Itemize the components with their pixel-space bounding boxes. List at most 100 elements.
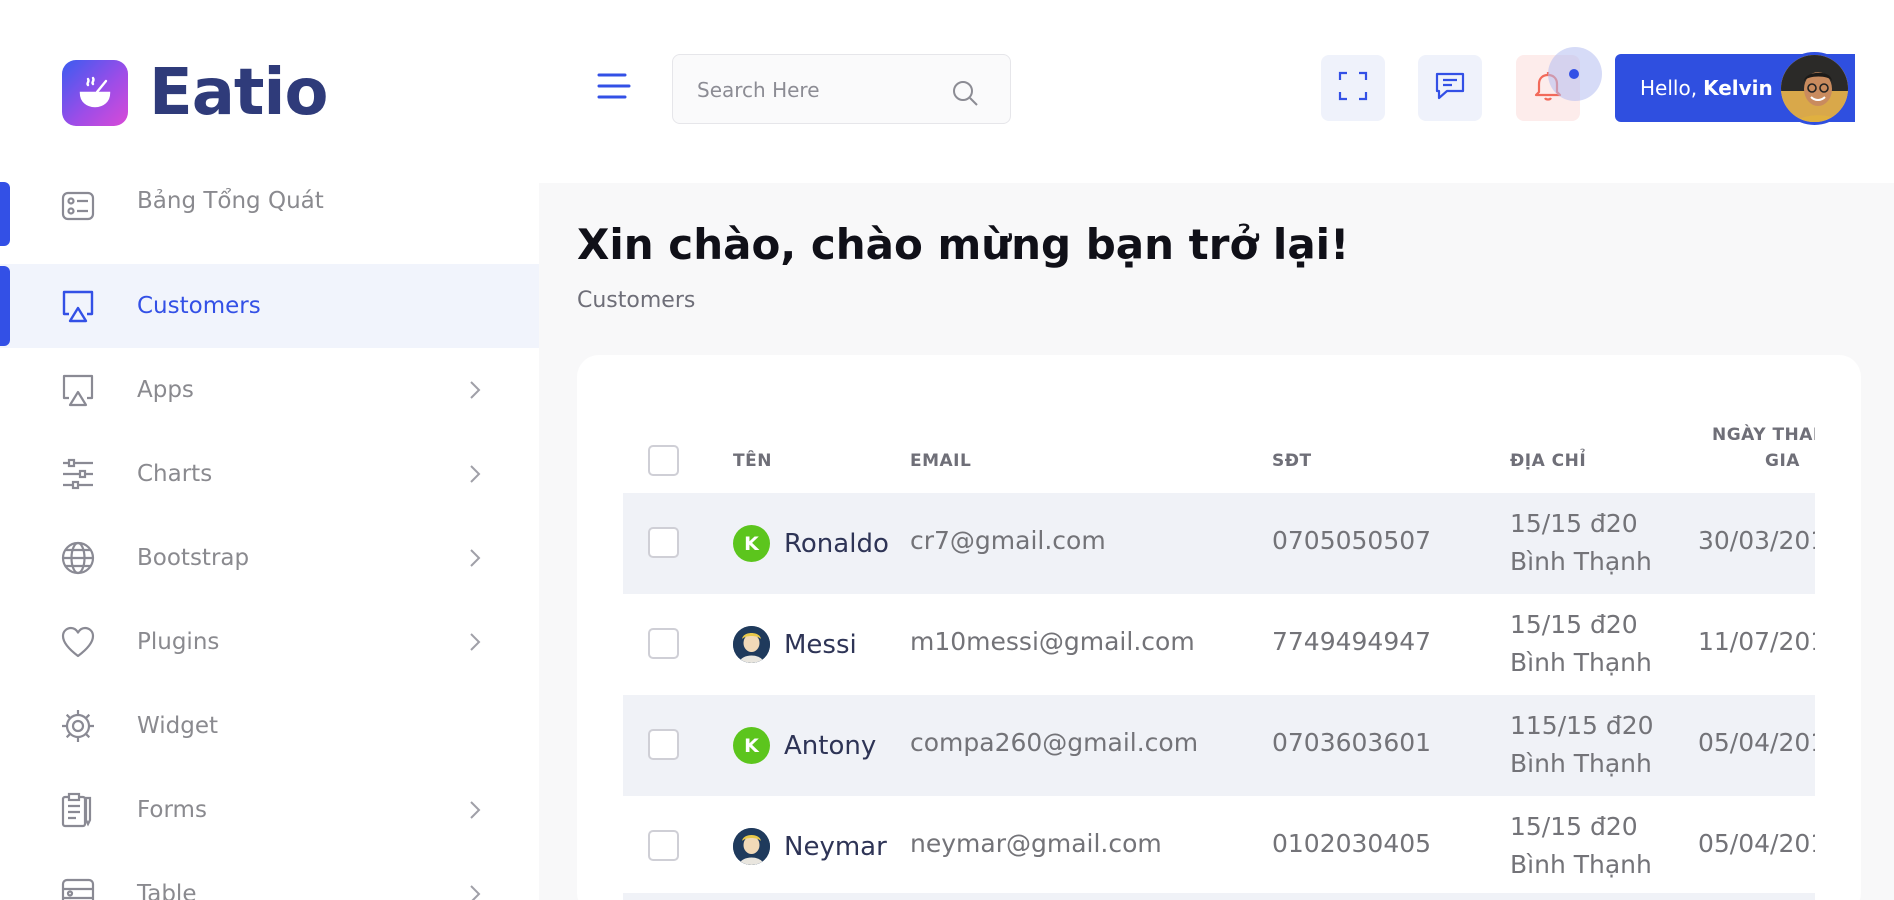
chevron-right-icon <box>464 378 486 402</box>
bowl-icon <box>62 60 128 126</box>
sidebar-item-label: Bootstrap <box>137 545 250 571</box>
customer-email: neymar@gmail.com <box>910 829 1162 858</box>
sidebar-menu: Bảng Tổng Quát Customers Apps Charts Boo… <box>0 180 539 900</box>
customer-address: 15/15 đ20 Bình Thạnh <box>1510 808 1652 884</box>
address-line1: 15/15 đ20 <box>1510 610 1638 639</box>
table-row[interactable]: K Antony compa260@gmail.com 0703603601 1… <box>623 695 1815 796</box>
fullscreen-icon <box>1338 71 1368 105</box>
sidebar-item-charts[interactable]: Charts <box>0 432 539 516</box>
avatar: K <box>733 727 770 764</box>
table-row <box>623 893 1815 900</box>
column-header-phone[interactable]: SĐT <box>1272 451 1312 471</box>
active-indicator <box>0 182 10 246</box>
sidebar-item-label: Charts <box>137 461 213 487</box>
sidebar-item-widget[interactable]: Widget <box>0 684 539 768</box>
table-row[interactable]: Neymar neymar@gmail.com 0102030405 15/15… <box>623 796 1815 897</box>
customer-email: compa260@gmail.com <box>910 728 1199 757</box>
gear-icon <box>60 708 96 744</box>
customer-name-cell: K Ronaldo <box>733 525 889 562</box>
sidebar-item-customers[interactable]: Customers <box>0 264 539 348</box>
page-title: Xin chào, chào mừng bạn trở lại! <box>577 220 1350 269</box>
customer-email: m10messi@gmail.com <box>910 627 1195 656</box>
monitor-icon <box>60 372 96 408</box>
sidebar: Eatio Bảng Tổng Quát Customers Apps Char… <box>0 0 539 900</box>
monitor-icon <box>60 288 96 324</box>
customer-address: 115/15 đ20 Bình Thạnh <box>1510 707 1654 783</box>
row-checkbox[interactable] <box>648 729 679 760</box>
chevron-right-icon <box>464 630 486 654</box>
search-input[interactable] <box>697 73 947 107</box>
sidebar-item-label: Widget <box>137 713 218 739</box>
customer-name[interactable]: Messi <box>784 630 857 660</box>
customer-name-cell: Neymar <box>733 828 887 865</box>
sidebar-item-label: Apps <box>137 377 194 403</box>
row-checkbox[interactable] <box>648 628 679 659</box>
fullscreen-button[interactable] <box>1321 55 1385 121</box>
customer-name[interactable]: Ronaldo <box>784 529 889 559</box>
search-icon[interactable] <box>951 79 979 107</box>
user-avatar[interactable] <box>1778 52 1851 125</box>
row-checkbox[interactable] <box>648 830 679 861</box>
messages-button[interactable] <box>1418 55 1482 121</box>
top-header: Hello, Kelvin <box>539 0 1894 183</box>
customers-card: TÊN EMAIL SĐT ĐỊA CHỈ NGÀY THAM GIA K Ro… <box>577 355 1861 900</box>
column-header-name[interactable]: TÊN <box>733 451 772 471</box>
sidebar-item-table[interactable]: Table <box>0 852 539 900</box>
clipboard-icon <box>60 792 96 828</box>
notification-badge <box>1569 69 1579 79</box>
customer-phone: 7749494947 <box>1272 627 1432 656</box>
brand-logo[interactable]: Eatio <box>62 56 328 130</box>
address-line2: Bình Thạnh <box>1510 547 1652 576</box>
sidebar-item-label: Bảng Tổng Quát <box>137 188 324 214</box>
app-name: Eatio <box>149 56 328 130</box>
heart-icon <box>60 624 96 660</box>
sidebar-item-label: Plugins <box>137 629 220 655</box>
address-line1: 15/15 đ20 <box>1510 812 1638 841</box>
column-header-address[interactable]: ĐỊA CHỈ <box>1510 451 1586 471</box>
customers-table: TÊN EMAIL SĐT ĐỊA CHỈ NGÀY THAM GIA K Ro… <box>623 407 1815 900</box>
customer-join-date: 05/04/2017 <box>1698 728 1815 757</box>
address-line2: Bình Thạnh <box>1510 648 1652 677</box>
search-box <box>672 54 1011 124</box>
customer-phone: 0102030405 <box>1272 829 1432 858</box>
address-line1: 115/15 đ20 <box>1510 711 1654 740</box>
chevron-right-icon <box>464 798 486 822</box>
address-line1: 15/15 đ20 <box>1510 509 1638 538</box>
table-row[interactable]: Messi m10messi@gmail.com 7749494947 15/1… <box>623 594 1815 695</box>
customer-phone: 0703603601 <box>1272 728 1432 757</box>
sidebar-item-label: Customers <box>137 293 261 319</box>
table-header: TÊN EMAIL SĐT ĐỊA CHỈ NGÀY THAM GIA <box>623 407 1815 493</box>
chat-icon <box>1434 70 1466 106</box>
avatar <box>733 828 770 865</box>
sidebar-item-bootstrap[interactable]: Bootstrap <box>0 516 539 600</box>
table-icon <box>60 876 96 900</box>
sliders-icon <box>60 456 96 492</box>
user-name: Kelvin <box>1703 76 1773 100</box>
customer-address: 15/15 đ20 Bình Thạnh <box>1510 606 1652 682</box>
breadcrumb: Customers <box>577 288 696 313</box>
customer-name[interactable]: Neymar <box>784 832 887 862</box>
chevron-right-icon <box>464 462 486 486</box>
sidebar-item-apps[interactable]: Apps <box>0 348 539 432</box>
hamburger-menu-icon[interactable] <box>595 68 631 104</box>
avatar: K <box>733 525 770 562</box>
customer-name-cell: K Antony <box>733 727 876 764</box>
customer-name[interactable]: Antony <box>784 731 876 761</box>
customer-join-date: 11/07/2017 <box>1698 627 1815 656</box>
select-all-checkbox[interactable] <box>648 445 679 476</box>
column-header-joined-line1[interactable]: NGÀY THAM <box>1712 425 1815 445</box>
customer-join-date: 30/03/2017 <box>1698 526 1815 555</box>
sidebar-item-forms[interactable]: Forms <box>0 768 539 852</box>
address-line2: Bình Thạnh <box>1510 850 1652 879</box>
column-header-joined-line2: GIA <box>1765 451 1800 471</box>
sidebar-item-plugins[interactable]: Plugins <box>0 600 539 684</box>
chevron-right-icon <box>464 546 486 570</box>
sidebar-item-label: Forms <box>137 797 207 823</box>
column-header-email[interactable]: EMAIL <box>910 451 971 471</box>
globe-icon <box>60 540 96 576</box>
row-checkbox[interactable] <box>648 527 679 558</box>
chevron-right-icon <box>464 882 486 900</box>
greeting-text: Hello, <box>1640 76 1698 100</box>
sidebar-item-dashboard[interactable]: Bảng Tổng Quát <box>0 180 539 264</box>
table-row[interactable]: K Ronaldo cr7@gmail.com 0705050507 15/15… <box>623 493 1815 594</box>
